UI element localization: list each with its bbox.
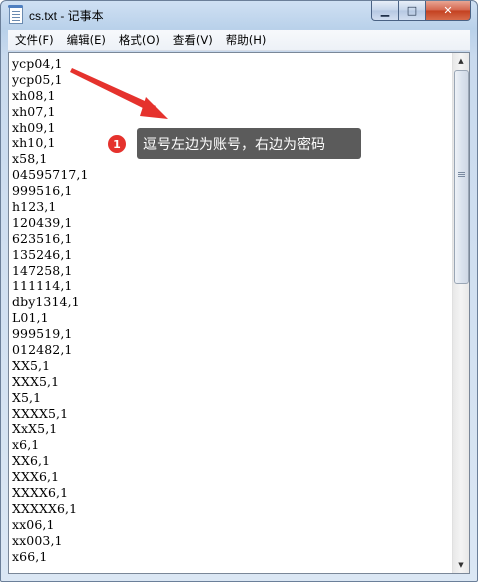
text-line: X5,1	[12, 389, 42, 405]
text-line: dby1314,1	[12, 294, 80, 310]
text-line: 147258,1	[12, 262, 73, 278]
text-line: 04595717,1	[12, 167, 89, 183]
scroll-up-icon: ▲	[458, 57, 464, 65]
text-line: xx003,1	[12, 532, 63, 548]
maximize-button[interactable]: □	[399, 1, 426, 21]
window-controls: ▁ □ ✕	[371, 1, 471, 21]
menu-bar: 文件(F) 编辑(E) 格式(O) 查看(V) 帮助(H)	[8, 30, 470, 51]
notepad-icon	[8, 5, 23, 24]
maximize-icon: □	[406, 4, 418, 17]
text-line: 135246,1	[12, 246, 73, 262]
text-line: XXXX5,1	[12, 405, 69, 421]
close-button[interactable]: ✕	[426, 1, 471, 21]
text-line: XXX5,1	[12, 373, 60, 389]
minimize-button[interactable]: ▁	[371, 1, 399, 21]
text-line: x66,1	[12, 548, 48, 564]
annotation-callout: 逗号左边为账号，右边为密码	[137, 128, 361, 159]
grip-icon	[458, 172, 465, 173]
close-icon: ✕	[443, 4, 453, 17]
scroll-up-button[interactable]: ▲	[453, 53, 469, 69]
text-line: XXXXX6,1	[12, 500, 78, 516]
title-bar[interactable]: cs.txt - 记事本 ▁ □ ✕	[1, 1, 477, 29]
menu-view[interactable]: 查看(V)	[166, 30, 219, 50]
text-line: xx06,1	[12, 516, 55, 532]
text-line: 999516,1	[12, 183, 73, 199]
text-line: xh08,1	[12, 87, 56, 103]
text-line: L01,1	[12, 310, 49, 326]
text-line: 111114,1	[12, 278, 73, 294]
scroll-down-button[interactable]: ▼	[453, 557, 469, 573]
text-line: 012482,1	[12, 342, 73, 358]
menu-file[interactable]: 文件(F)	[8, 30, 60, 50]
text-line: 120439,1	[12, 214, 73, 230]
text-line: XX5,1	[12, 357, 51, 373]
annotation-text: 逗号左边为账号，右边为密码	[143, 136, 325, 153]
minimize-icon: ▁	[380, 4, 390, 17]
text-line: h123,1	[12, 199, 57, 215]
text-line: 623516,1	[12, 230, 73, 246]
vertical-scrollbar[interactable]: ▲ ▼	[452, 53, 469, 573]
menu-format[interactable]: 格式(O)	[112, 30, 166, 50]
menu-edit[interactable]: 编辑(E)	[60, 30, 112, 50]
menu-help[interactable]: 帮助(H)	[219, 30, 273, 50]
text-line: XXX6,1	[12, 469, 60, 485]
notepad-window: cs.txt - 记事本 ▁ □ ✕ 文件(F) 编辑(E) 格式(O) 查看(…	[0, 0, 478, 582]
window-title: cs.txt - 记事本	[29, 9, 104, 23]
scroll-thumb[interactable]	[454, 70, 469, 284]
text-line: x6,1	[12, 437, 40, 453]
annotation-badge: 1	[106, 133, 128, 155]
text-line: ycp04,1	[12, 56, 63, 71]
text-line: XX6,1	[12, 453, 51, 469]
text-line: ycp05,1	[12, 71, 63, 87]
text-line: XXXX6,1	[12, 485, 69, 501]
scroll-down-icon: ▼	[458, 561, 464, 569]
text-line: XxX5,1	[12, 421, 58, 437]
text-line: xh07,1	[12, 103, 56, 119]
text-line: 999519,1	[12, 326, 73, 342]
